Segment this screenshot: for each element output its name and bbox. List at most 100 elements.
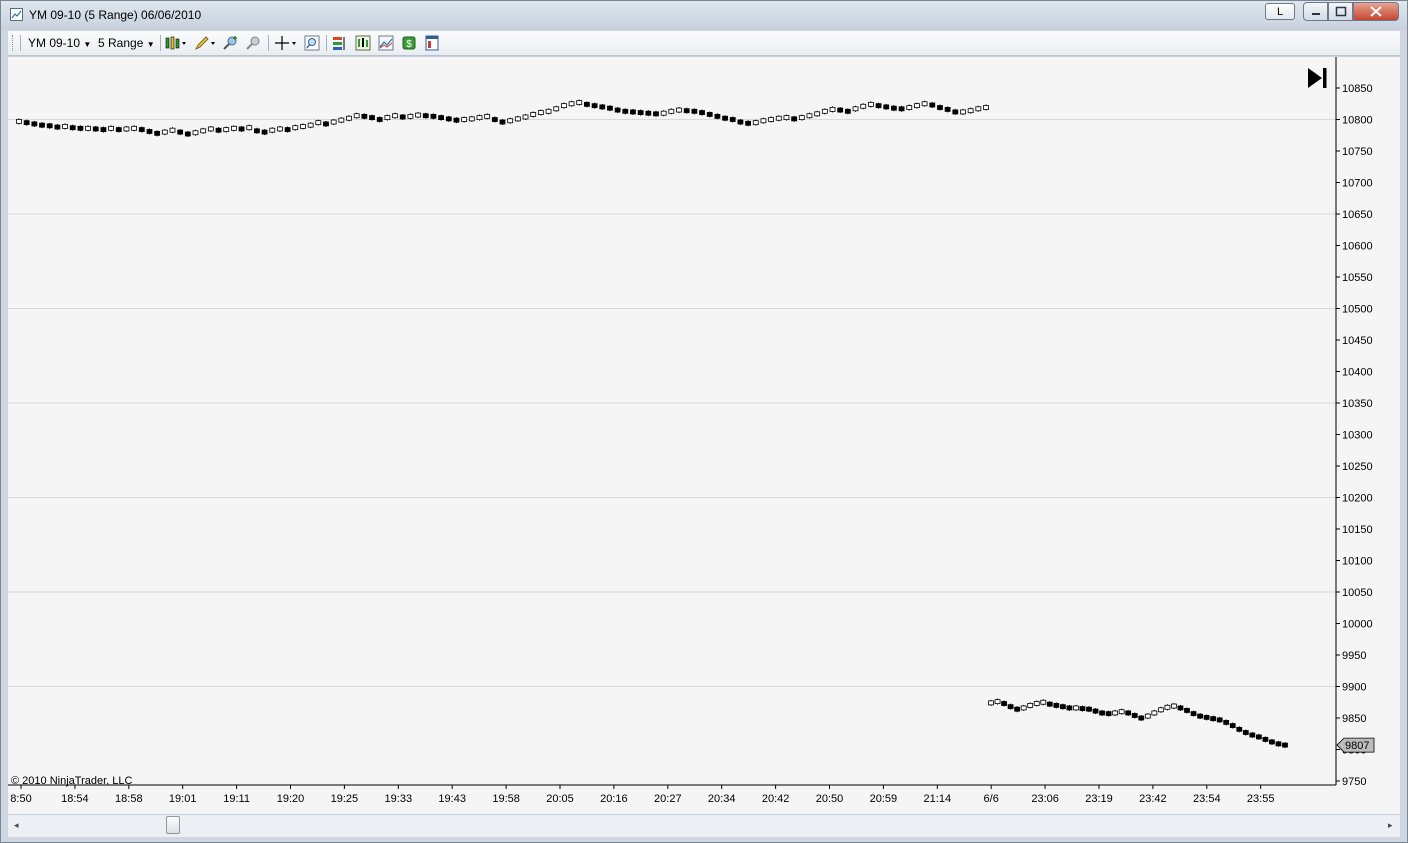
y-tick-label: 10350 <box>1342 398 1373 410</box>
horizontal-scrollbar[interactable]: ◂ ▸ <box>8 814 1400 837</box>
session1-bar <box>238 126 245 132</box>
session2-bar <box>1125 710 1132 716</box>
session1-bar <box>768 117 775 122</box>
session2-bar <box>1066 705 1073 711</box>
session1-bar <box>760 118 767 124</box>
dollar-icon[interactable]: $ <box>401 35 417 51</box>
toolbar-grip[interactable] <box>12 35 15 51</box>
drawing-pencil-icon[interactable] <box>194 35 218 51</box>
session1-bar <box>614 107 621 113</box>
session1-bar <box>983 105 989 110</box>
session1-bar <box>123 126 130 132</box>
session1-bar <box>384 115 391 121</box>
x-tick-label: 23:42 <box>1139 793 1167 805</box>
x-tick-label: 20:27 <box>654 793 682 805</box>
session1-bar <box>200 128 207 134</box>
zoom-out-icon[interactable] <box>245 35 261 51</box>
close-button[interactable] <box>1353 2 1399 21</box>
session1-bar <box>522 114 529 120</box>
session1-bar <box>430 113 437 119</box>
session1-bar <box>752 120 759 126</box>
maximize-button[interactable] <box>1328 2 1353 21</box>
interval-selector[interactable]: 5 Range ▼ <box>98 36 155 50</box>
minimize-button[interactable] <box>1303 2 1328 21</box>
chart-window-icon <box>10 8 23 21</box>
scrollbar-thumb[interactable] <box>166 816 180 834</box>
session1-bar <box>952 109 959 115</box>
session2-bar <box>1105 711 1112 716</box>
session1-bar <box>254 128 260 134</box>
properties-icon[interactable] <box>424 35 440 51</box>
current-price-label: 9807 <box>1345 740 1369 752</box>
close-icon <box>1370 6 1382 17</box>
x-tick-label: 20:59 <box>870 793 898 805</box>
instrument-selector[interactable]: YM 09-10 ▼ <box>28 36 91 50</box>
x-tick-label: 23:55 <box>1247 793 1275 805</box>
session2-bar <box>1001 701 1007 706</box>
y-tick-label: 10850 <box>1342 83 1373 95</box>
session2-bar <box>1177 705 1184 711</box>
indicators-icon[interactable] <box>355 35 371 51</box>
session1-bar <box>967 108 974 114</box>
zoom-in-icon[interactable] <box>222 35 238 51</box>
y-tick-label: 10400 <box>1342 367 1373 379</box>
session2-bar <box>1086 706 1092 712</box>
session1-bar <box>814 111 821 117</box>
session1-bar <box>507 118 514 124</box>
scroll-right-icon[interactable]: ▸ <box>1388 820 1393 831</box>
session1-bar <box>230 125 237 131</box>
session1-bar <box>829 107 836 112</box>
session2-bar <box>994 699 1001 705</box>
session1-bar <box>31 121 38 127</box>
session1-bar <box>668 108 675 114</box>
session2-bar <box>1197 713 1203 719</box>
chart-style-icon[interactable] <box>378 35 394 51</box>
session1-bar <box>207 126 214 132</box>
chevron-down-icon: ▼ <box>83 40 92 49</box>
x-tick-label: 18:54 <box>61 793 89 805</box>
y-tick-label: 10000 <box>1342 619 1373 631</box>
magnifier-icon[interactable] <box>304 35 320 51</box>
scroll-left-icon[interactable]: ◂ <box>14 820 19 831</box>
x-tick-label: 20:05 <box>546 793 574 805</box>
session2-bar <box>1020 705 1027 711</box>
bar-type-icon[interactable] <box>165 35 189 51</box>
session1-bar <box>891 105 897 111</box>
session1-bar <box>944 107 951 112</box>
session1-bar <box>653 111 659 117</box>
session2-bar <box>1073 705 1079 711</box>
session1-bar <box>844 108 851 114</box>
session1-bar <box>860 103 867 109</box>
session1-bar <box>461 117 468 122</box>
session1-bar <box>330 119 337 125</box>
session2-bar <box>1040 699 1047 705</box>
crosshair-icon[interactable] <box>274 35 298 51</box>
session2-bar <box>988 700 994 706</box>
x-tick-label: 23:06 <box>1031 793 1059 805</box>
y-tick-label: 9750 <box>1342 776 1366 788</box>
session1-bar <box>929 102 936 108</box>
session1-bar <box>937 105 943 110</box>
session1-bar <box>376 117 383 122</box>
x-tick-label: 20:34 <box>708 793 736 805</box>
strategies-icon[interactable] <box>332 35 348 51</box>
go-to-end-icon[interactable] <box>1308 68 1327 88</box>
session1-bar <box>315 120 322 126</box>
session2-bar <box>1138 715 1145 721</box>
chevron-down-icon: ▼ <box>146 40 155 49</box>
session2-bar <box>1164 704 1171 710</box>
y-tick-label: 10700 <box>1342 178 1373 190</box>
y-tick-label: 9850 <box>1342 713 1366 725</box>
session1-bar <box>261 129 268 135</box>
title-bar[interactable]: YM 09-10 (5 Range) 06/06/2010 L <box>1 1 1407 30</box>
layout-button[interactable]: L <box>1265 3 1295 20</box>
session1-bar <box>338 117 345 123</box>
price-chart[interactable]: 10850 10800 10750 10700 10650 10600 10550 10500… <box>8 56 1400 814</box>
session1-bar <box>499 119 506 125</box>
session2-bar <box>1223 720 1230 725</box>
session2-bar <box>1171 703 1177 709</box>
session1-bar <box>392 113 398 119</box>
session1-bar <box>821 108 828 114</box>
session1-bar <box>660 110 667 116</box>
session1-bar <box>537 110 544 115</box>
